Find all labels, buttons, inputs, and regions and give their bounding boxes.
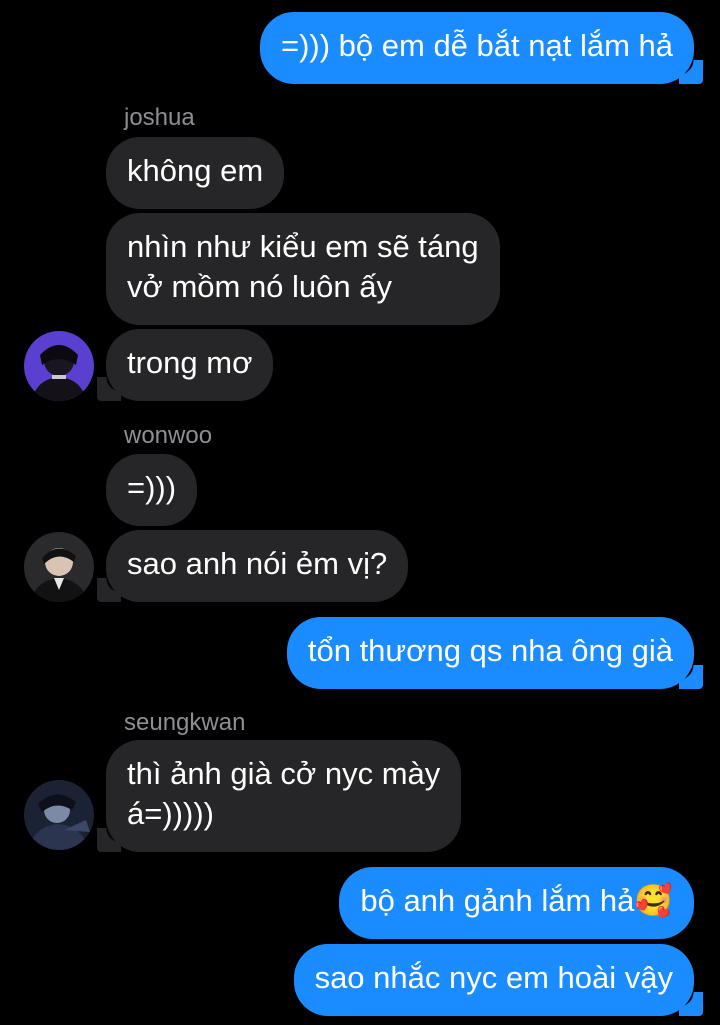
bubble-tail [97, 578, 121, 602]
bubble-tail [97, 828, 121, 852]
sender-name: joshua [124, 104, 195, 131]
avatar-wonwoo[interactable] [24, 532, 94, 602]
incoming-message[interactable]: không em [106, 137, 285, 209]
message-text-line: nhìn như kiểu em sẽ táng [127, 229, 479, 264]
sender-name: seungkwan [124, 709, 246, 736]
message-text-line: vở mồm nó luôn ấy [127, 269, 392, 304]
message-text: không em [127, 153, 264, 188]
message-text: =))) bộ em dễ bắt nạt lắm hả [280, 28, 673, 63]
avatar-seungkwan[interactable] [24, 780, 94, 850]
message-text: sao anh nói ẻm vị? [127, 546, 388, 581]
message-text: sao nhắc nyc em hoài vậy [314, 960, 673, 995]
outgoing-message[interactable]: =))) bộ em dễ bắt nạt lắm hả [259, 12, 703, 84]
avatar-image [24, 780, 94, 850]
avatar-image [24, 532, 94, 602]
incoming-message[interactable]: thì ảnh già cở nyc mày á=))))) [97, 740, 462, 852]
sender-name: wonwoo [124, 422, 213, 449]
avatar-joshua[interactable] [24, 331, 94, 401]
avatar-image [24, 331, 94, 401]
bubble-tail [679, 992, 703, 1016]
message-text: tổn thương qs nha ông già [307, 633, 673, 668]
incoming-message[interactable]: =))) [106, 454, 198, 526]
incoming-message[interactable]: nhìn như kiểu em sẽ táng vở mồm nó luôn … [106, 213, 500, 325]
bubble-tail [679, 665, 703, 689]
message-text-line: á=))))) [127, 796, 214, 831]
message-text-line: thì ảnh già cở nyc mày [127, 756, 441, 791]
incoming-message[interactable]: trong mơ [97, 329, 274, 401]
message-text: trong mơ [127, 345, 253, 380]
bubble-tail [97, 377, 121, 401]
bubble-tail [679, 60, 703, 84]
message-text: =))) [127, 470, 177, 505]
outgoing-message[interactable]: tổn thương qs nha ông già [286, 617, 703, 689]
incoming-message[interactable]: sao anh nói ẻm vị? [97, 530, 409, 602]
message-text: bộ anh gảnh lắm hả🥰 [360, 883, 673, 918]
outgoing-message[interactable]: bộ anh gảnh lắm hả🥰 [339, 867, 694, 939]
outgoing-message[interactable]: sao nhắc nyc em hoài vậy [293, 944, 703, 1016]
